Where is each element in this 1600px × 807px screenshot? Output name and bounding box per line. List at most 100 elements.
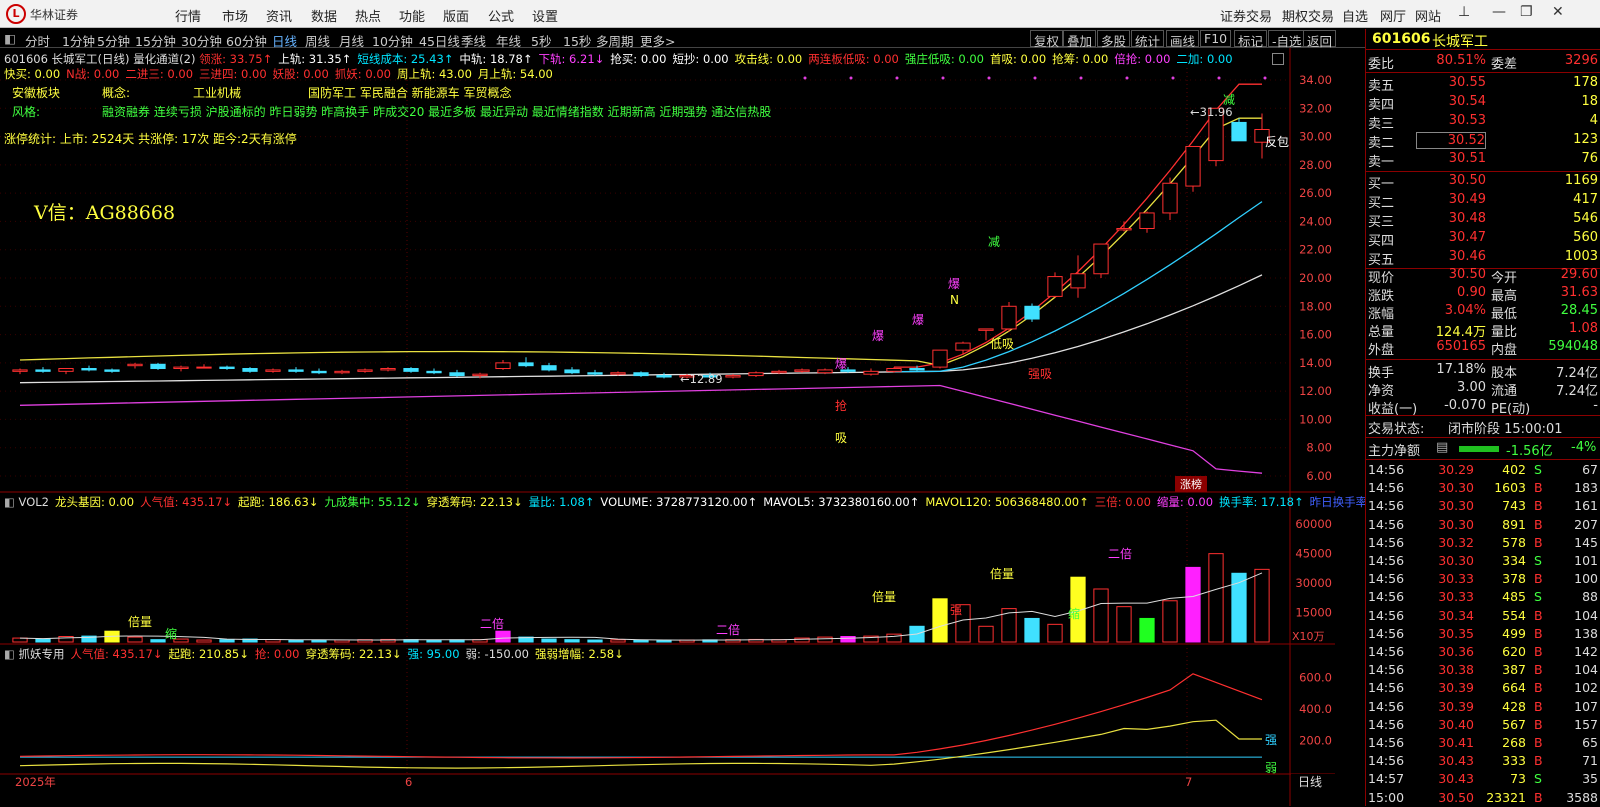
stat-label: 涨跌 xyxy=(1368,289,1395,304)
candle xyxy=(748,371,764,377)
tick-volume: 620 xyxy=(1502,644,1526,659)
ask-price[interactable]: 30.52 xyxy=(1416,132,1486,149)
signal-dot xyxy=(1263,76,1267,80)
candle xyxy=(150,362,166,370)
bid-volume: 417 xyxy=(1573,192,1598,207)
candle xyxy=(357,368,373,373)
stat-value: - xyxy=(1593,398,1598,413)
tick-time: 15:00 xyxy=(1368,789,1405,805)
tick-volume: 428 xyxy=(1502,698,1526,714)
kline-chart[interactable]: 34.00 32.00 30.00 28.00 26.00 24.00 22.00 20.00… xyxy=(0,48,1335,806)
price-tick: 18.00 xyxy=(1299,299,1332,313)
burst-label: 爆 xyxy=(872,329,884,343)
tick-volume: 1603 xyxy=(1494,480,1526,496)
tick-price: 30.30 xyxy=(1438,480,1474,496)
tool-6[interactable]: 标记 xyxy=(1234,30,1268,49)
ask-price[interactable]: 30.53 xyxy=(1416,113,1486,128)
menu-6[interactable]: 版面 xyxy=(443,6,469,25)
candle xyxy=(104,368,120,373)
tick-side: S xyxy=(1534,589,1542,605)
tool-8[interactable]: 返回 xyxy=(1303,30,1337,49)
close-icon[interactable]: ✕ xyxy=(1552,4,1564,20)
bid-price[interactable]: 30.46 xyxy=(1416,249,1486,264)
tick-side: B xyxy=(1534,480,1543,496)
ind-tick: 400.0 xyxy=(1299,702,1332,716)
vol-signal-label: 二倍 xyxy=(480,616,504,631)
menu-1[interactable]: 市场 xyxy=(222,6,248,25)
tool-0[interactable]: 复权 xyxy=(1030,30,1064,49)
wecha-label: 委差 xyxy=(1491,57,1518,72)
volume-bar xyxy=(1116,606,1132,643)
restore-icon[interactable]: ❐ xyxy=(1520,4,1533,20)
tool-7[interactable]: -自选 xyxy=(1268,30,1306,49)
flow-detail-icon[interactable]: ▤ xyxy=(1436,440,1448,455)
bid-price[interactable]: 30.50 xyxy=(1416,173,1486,188)
tick-count: 104 xyxy=(1574,607,1598,623)
stat-label: 总量 xyxy=(1368,325,1395,340)
tick-side: B xyxy=(1534,625,1543,641)
minimize-icon[interactable]: — xyxy=(1492,4,1506,20)
menu-8[interactable]: 设置 xyxy=(532,6,558,25)
tick-side: B xyxy=(1534,534,1543,550)
tick-side: B xyxy=(1534,753,1543,769)
volume-bar xyxy=(794,637,810,643)
volume-bar xyxy=(127,636,143,643)
candle xyxy=(380,367,396,372)
tick-side: B xyxy=(1534,680,1543,696)
tool-5[interactable]: F10 xyxy=(1200,30,1232,47)
bid-price[interactable]: 30.47 xyxy=(1416,230,1486,245)
ask-price[interactable]: 30.51 xyxy=(1416,151,1486,166)
bid-volume: 546 xyxy=(1573,211,1598,226)
vol-tick: 45000 xyxy=(1295,547,1332,561)
price-tick: 8.00 xyxy=(1306,441,1332,455)
menu-5[interactable]: 功能 xyxy=(399,6,425,25)
signal-dot xyxy=(1079,76,1083,80)
menu-2[interactable]: 资讯 xyxy=(266,6,292,25)
tick-time: 14:56 xyxy=(1368,516,1405,532)
tick-row: 14:56 30.34 554 B 104 xyxy=(1366,608,1600,625)
tick-count: 88 xyxy=(1582,589,1598,605)
volume-bar xyxy=(219,639,235,643)
menu-4[interactable]: 热点 xyxy=(355,6,381,25)
volume-bar xyxy=(1093,588,1109,643)
right-menu-2[interactable]: 自选 xyxy=(1342,6,1368,25)
tick-side: B xyxy=(1534,571,1543,587)
stat-value: 594048 xyxy=(1548,339,1598,354)
tick-price: 30.30 xyxy=(1438,516,1474,532)
right-menu-0[interactable]: 证券交易 xyxy=(1220,6,1272,25)
ask-label: 卖一 xyxy=(1368,155,1395,170)
right-menu-4[interactable]: 网站 xyxy=(1415,6,1441,25)
candle xyxy=(311,368,327,375)
candle xyxy=(564,367,580,375)
candle xyxy=(173,365,189,372)
ask-price[interactable]: 30.55 xyxy=(1416,75,1486,90)
tick-time: 14:56 xyxy=(1368,571,1405,587)
tool-3[interactable]: 统计 xyxy=(1131,30,1165,49)
tool-4[interactable]: 画线 xyxy=(1166,30,1200,49)
popularity-line xyxy=(19,673,1263,759)
tick-side: B xyxy=(1534,735,1543,750)
volume-bar xyxy=(886,633,902,643)
menu-0[interactable]: 行情 xyxy=(175,6,201,25)
tick-volume: 499 xyxy=(1502,625,1526,641)
tick-time: 14:56 xyxy=(1368,644,1405,659)
layout-toggle-icon[interactable]: ◧ xyxy=(4,31,16,46)
tool-1[interactable]: 叠加 xyxy=(1063,30,1097,49)
tick-side: S xyxy=(1534,771,1542,787)
candle xyxy=(633,371,649,377)
ask-volume: 18 xyxy=(1581,94,1598,109)
tick-price: 30.40 xyxy=(1438,716,1474,732)
right-menu-1[interactable]: 期权交易 xyxy=(1282,6,1334,25)
right-menu-3[interactable]: 网厅 xyxy=(1380,6,1406,25)
tick-time: 14:56 xyxy=(1368,553,1405,568)
ask-price[interactable]: 30.54 xyxy=(1416,94,1486,109)
menu-7[interactable]: 公式 xyxy=(488,6,514,25)
chart-area[interactable]: 34.00 32.00 30.00 28.00 26.00 24.00 22.00 20.00… xyxy=(0,48,1367,806)
tool-2[interactable]: 多股 xyxy=(1097,30,1131,49)
bid-price[interactable]: 30.49 xyxy=(1416,192,1486,207)
pin-icon[interactable]: ⊥ xyxy=(1458,4,1470,20)
tick-row: 14:56 30.30 1603 B 183 xyxy=(1366,480,1600,497)
bid-price[interactable]: 30.48 xyxy=(1416,211,1486,226)
vol-signal-label: 二倍 xyxy=(716,622,740,637)
menu-3[interactable]: 数据 xyxy=(311,6,337,25)
